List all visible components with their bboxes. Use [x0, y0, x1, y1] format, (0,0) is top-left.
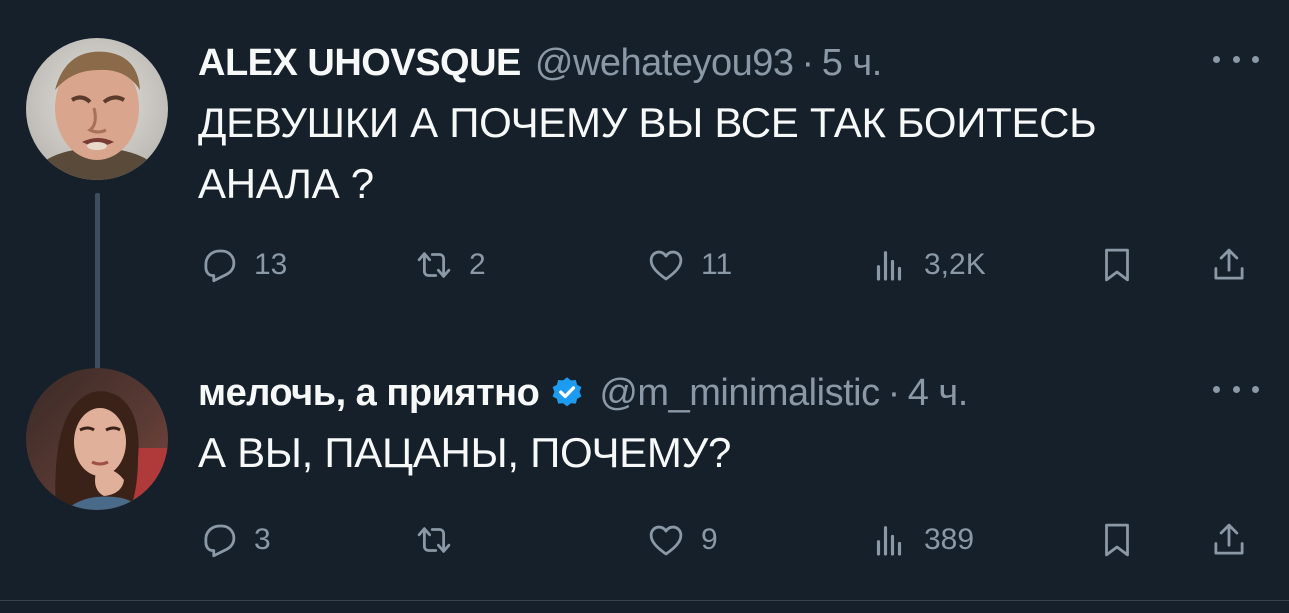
- retweet-button[interactable]: 2: [413, 240, 486, 290]
- tweet-header: ALEX UHOVSQUE @wehateyou93 · 5 ч.: [198, 40, 882, 86]
- retweet-icon: [417, 527, 451, 553]
- timestamp[interactable]: 5 ч.: [822, 42, 883, 85]
- views-button[interactable]: 389: [868, 515, 974, 565]
- tweet-text: ДЕВУШКИ А ПОЧЕМУ ВЫ ВСЕ ТАК БОИТЕСЬ АНАЛ…: [198, 92, 1238, 214]
- like-count: 9: [701, 523, 718, 556]
- thread-connector: [95, 193, 100, 388]
- verified-badge-icon[interactable]: [549, 375, 585, 411]
- retweet-count: 2: [469, 248, 486, 281]
- retweet-button[interactable]: [413, 515, 469, 565]
- reply-count: 3: [254, 523, 271, 556]
- tweet-text-line: АНАЛА ?: [198, 160, 374, 207]
- author-name[interactable]: мелочь, а приятно: [198, 372, 540, 415]
- timeline: ALEX UHOVSQUE @wehateyou93 · 5 ч. ДЕВУШК…: [0, 0, 1289, 613]
- views-button[interactable]: 3,2K: [868, 240, 986, 290]
- views-count: 389: [924, 523, 975, 556]
- tweet-text-line: А ВЫ, ПАЦАНЫ, ПОЧЕМУ?: [198, 429, 732, 476]
- reply-icon: [204, 524, 236, 558]
- retweet-icon: [417, 252, 451, 278]
- tweet[interactable]: ALEX UHOVSQUE @wehateyou93 · 5 ч. ДЕВУШК…: [0, 30, 1289, 388]
- more-icon[interactable]: [1213, 382, 1259, 396]
- like-button[interactable]: 9: [645, 515, 718, 565]
- tweet-text-line: ДЕВУШКИ А ПОЧЕМУ ВЫ ВСЕ ТАК БОИТЕСЬ: [198, 99, 1097, 146]
- bookmark-button[interactable]: [1096, 515, 1138, 565]
- author-handle[interactable]: @wehateyou93: [535, 42, 794, 85]
- bookmark-icon: [1105, 523, 1129, 557]
- share-button[interactable]: [1208, 240, 1250, 290]
- tweet-actions: 13 2 11 3,2K: [198, 240, 1268, 290]
- tweet[interactable]: мелочь, а приятно @m_minimalistic · 4 ч.…: [0, 360, 1289, 590]
- share-icon: [1214, 248, 1244, 280]
- views-count: 3,2K: [924, 248, 986, 281]
- separator-dot: ·: [801, 41, 815, 84]
- tweet-header: мелочь, а приятно @m_minimalistic · 4 ч.: [198, 370, 968, 416]
- views-icon: [876, 251, 902, 281]
- like-button[interactable]: 11: [645, 240, 732, 290]
- more-icon[interactable]: [1213, 52, 1259, 66]
- like-count: 11: [701, 248, 733, 281]
- bookmark-button[interactable]: [1096, 240, 1138, 290]
- avatar[interactable]: [26, 38, 168, 180]
- bookmark-icon: [1105, 248, 1129, 282]
- timestamp[interactable]: 4 ч.: [908, 372, 969, 415]
- separator-dot: ·: [887, 371, 901, 414]
- reply-icon: [204, 249, 236, 283]
- author-name[interactable]: ALEX UHOVSQUE: [198, 42, 521, 85]
- share-icon: [1214, 523, 1244, 555]
- author-handle[interactable]: @m_minimalistic: [599, 372, 880, 415]
- views-icon: [876, 526, 902, 556]
- heart-icon: [649, 250, 683, 281]
- reply-count: 13: [254, 248, 288, 281]
- share-button[interactable]: [1208, 515, 1250, 565]
- divider: [0, 600, 1289, 613]
- heart-icon: [649, 525, 683, 556]
- avatar[interactable]: [26, 368, 168, 510]
- reply-button[interactable]: 3: [198, 515, 271, 565]
- tweet-actions: 3 9 389: [198, 515, 1268, 565]
- tweet-text: А ВЫ, ПАЦАНЫ, ПОЧЕМУ?: [198, 422, 1238, 483]
- reply-button[interactable]: 13: [198, 240, 287, 290]
